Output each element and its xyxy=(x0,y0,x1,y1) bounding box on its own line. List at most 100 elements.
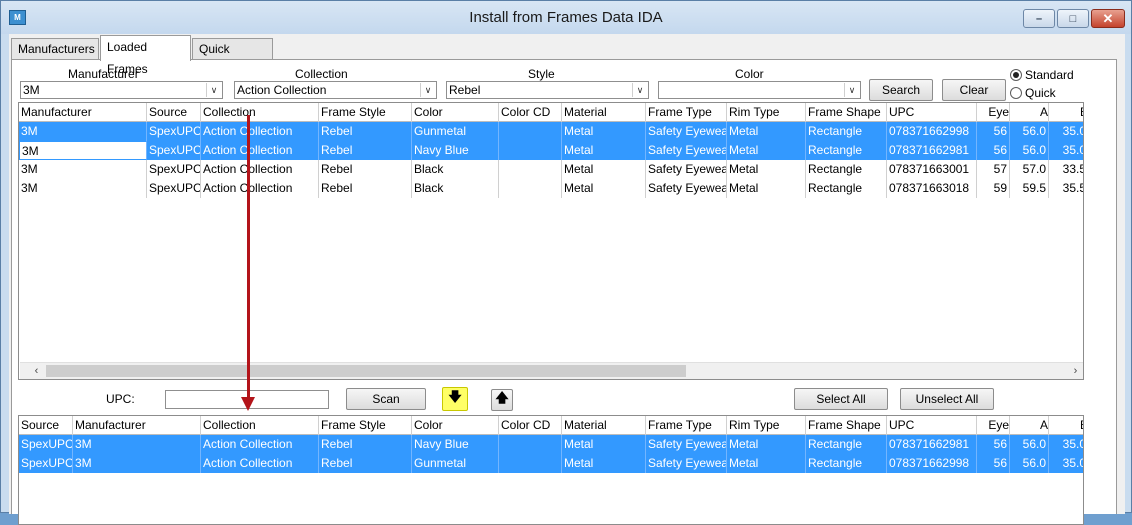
table-cell: SpexUPC xyxy=(147,179,201,198)
style-label: Style xyxy=(528,67,555,81)
upc-label: UPC: xyxy=(106,392,135,406)
column-header[interactable]: Frame Shape xyxy=(806,416,887,435)
table-row[interactable]: 3M SpexUPC Action Collection Rebel Black Meta… xyxy=(19,179,1083,198)
scan-button[interactable]: Scan xyxy=(346,388,426,410)
table-cell: Metal xyxy=(727,179,806,198)
unselect-all-button[interactable]: Unselect All xyxy=(900,388,994,410)
grid-header-row: Source Manufacturer Collection Frame Style C… xyxy=(19,416,1083,435)
move-down-button[interactable]: 🡇 xyxy=(442,387,468,411)
horizontal-scrollbar[interactable]: ‹ › xyxy=(20,362,1083,379)
column-header[interactable]: Color xyxy=(412,103,499,122)
table-row[interactable]: SpexUPC 3M Action Collection Rebel Gunmetal M… xyxy=(19,454,1083,473)
grid-header-row: Manufacturer Source Collection Frame Style C… xyxy=(19,103,1083,122)
scroll-right-icon[interactable]: › xyxy=(1067,363,1083,379)
table-cell xyxy=(499,160,562,179)
table-cell: Action Collection xyxy=(201,454,319,473)
table-cell xyxy=(499,141,562,160)
table-cell: 59.5 xyxy=(1010,179,1049,198)
column-header[interactable]: Frame Style xyxy=(319,416,412,435)
table-cell: 56.0 xyxy=(1010,141,1049,160)
standard-radio[interactable]: Standard xyxy=(1010,68,1074,82)
table-cell: Rebel xyxy=(319,141,412,160)
table-row[interactable]: 3M SpexUPC Action Collection Rebel Gunmetal M… xyxy=(19,122,1083,141)
tab-loaded-frames[interactable]: Loaded Frames xyxy=(100,35,191,76)
chevron-down-icon[interactable]: ∨ xyxy=(632,83,647,97)
table-cell: 3M xyxy=(19,122,147,141)
table-cell: Metal xyxy=(727,435,806,454)
clear-button[interactable]: Clear xyxy=(942,79,1006,101)
table-row[interactable]: 3M SpexUPC Action Collection Rebel Black Meta… xyxy=(19,160,1083,179)
table-cell: 59 xyxy=(977,179,1010,198)
radio-selected-icon xyxy=(1010,69,1022,81)
column-header[interactable]: A xyxy=(1010,103,1049,122)
column-header[interactable]: Rim Type xyxy=(727,416,806,435)
maximize-button[interactable]: □ xyxy=(1057,9,1089,28)
collection-combo[interactable]: Action Collection ∨ xyxy=(234,81,437,99)
column-header[interactable]: Material xyxy=(562,103,646,122)
tab-manufacturers[interactable]: Manufacturers xyxy=(11,38,99,60)
column-header[interactable]: Frame Type xyxy=(646,103,727,122)
column-header[interactable]: Source xyxy=(147,103,201,122)
color-combo[interactable]: ∨ xyxy=(658,81,861,99)
table-cell: Black xyxy=(412,179,499,198)
column-header[interactable]: Color CD xyxy=(499,103,562,122)
column-header[interactable]: Collection xyxy=(201,416,319,435)
table-cell: 3M xyxy=(73,435,201,454)
chevron-down-icon[interactable]: ∨ xyxy=(844,83,859,97)
column-header[interactable]: Manufacturer xyxy=(19,103,147,122)
column-header[interactable]: Collection xyxy=(201,103,319,122)
column-header[interactable]: Manufacturer xyxy=(73,416,201,435)
style-combo[interactable]: Rebel ∨ xyxy=(446,81,649,99)
scroll-left-icon[interactable]: ‹ xyxy=(28,363,45,379)
scrollbar-thumb[interactable] xyxy=(46,365,686,377)
select-all-button[interactable]: Select All xyxy=(794,388,888,410)
table-cell: Metal xyxy=(727,122,806,141)
table-cell: Rectangle xyxy=(806,141,887,160)
table-cell: SpexUPC xyxy=(19,454,73,473)
quick-radio[interactable]: Quick xyxy=(1010,86,1056,100)
table-cell: 56 xyxy=(977,454,1010,473)
manufacturer-combo[interactable]: 3M ∨ xyxy=(20,81,223,99)
radio-unselected-icon xyxy=(1010,87,1022,99)
column-header[interactable]: UPC xyxy=(887,103,977,122)
column-header[interactable]: Frame Style xyxy=(319,103,412,122)
column-header[interactable]: Color xyxy=(412,416,499,435)
column-header[interactable]: UPC xyxy=(887,416,977,435)
table-cell: 56.0 xyxy=(1010,435,1049,454)
table-cell: Rebel xyxy=(319,454,412,473)
column-header[interactable]: Frame Shape xyxy=(806,103,887,122)
column-header[interactable]: A xyxy=(1010,416,1049,435)
table-cell: Action Collection xyxy=(201,141,319,160)
move-up-button[interactable]: 🡅 xyxy=(491,389,513,411)
table-cell: 078371662981 xyxy=(887,141,977,160)
table-cell: 35.0 xyxy=(1049,122,1083,141)
column-header[interactable]: Material xyxy=(562,416,646,435)
table-cell: Navy Blue xyxy=(412,435,499,454)
column-header[interactable]: Frame Type xyxy=(646,416,727,435)
column-header[interactable]: Eye xyxy=(977,416,1010,435)
chevron-down-icon[interactable]: ∨ xyxy=(420,83,435,97)
column-header[interactable]: Source xyxy=(19,416,73,435)
column-header[interactable]: B xyxy=(1049,103,1083,122)
table-row[interactable]: SpexUPC 3M Action Collection Rebel Navy Blue… xyxy=(19,435,1083,454)
column-header[interactable]: Color CD xyxy=(499,416,562,435)
column-header[interactable]: Eye xyxy=(977,103,1010,122)
loaded-frames-panel: Manufacturer 3M ∨ Collection Action Coll… xyxy=(11,59,1117,525)
table-cell: Safety Eyewear xyxy=(646,141,727,160)
minimize-button[interactable]: – xyxy=(1023,9,1055,28)
column-header[interactable]: B xyxy=(1049,416,1083,435)
tab-quick-import[interactable]: Quick Import xyxy=(192,38,273,76)
table-cell: 57.0 xyxy=(1010,160,1049,179)
table-cell: Black xyxy=(412,160,499,179)
close-button[interactable]: ✕ xyxy=(1091,9,1125,28)
frames-to-install-grid: Source Manufacturer Collection Frame Style C… xyxy=(18,415,1084,525)
table-cell: 078371663018 xyxy=(887,179,977,198)
table-cell: 56 xyxy=(977,141,1010,160)
column-header[interactable]: Rim Type xyxy=(727,103,806,122)
table-row[interactable]: 3M SpexUPC Action Collection Rebel Navy Blue… xyxy=(19,141,1083,160)
search-button[interactable]: Search xyxy=(869,79,933,101)
arrow-up-icon: 🡅 xyxy=(495,390,509,405)
close-icon: ✕ xyxy=(1102,10,1114,26)
table-cell: Gunmetal xyxy=(412,454,499,473)
chevron-down-icon[interactable]: ∨ xyxy=(206,83,221,97)
